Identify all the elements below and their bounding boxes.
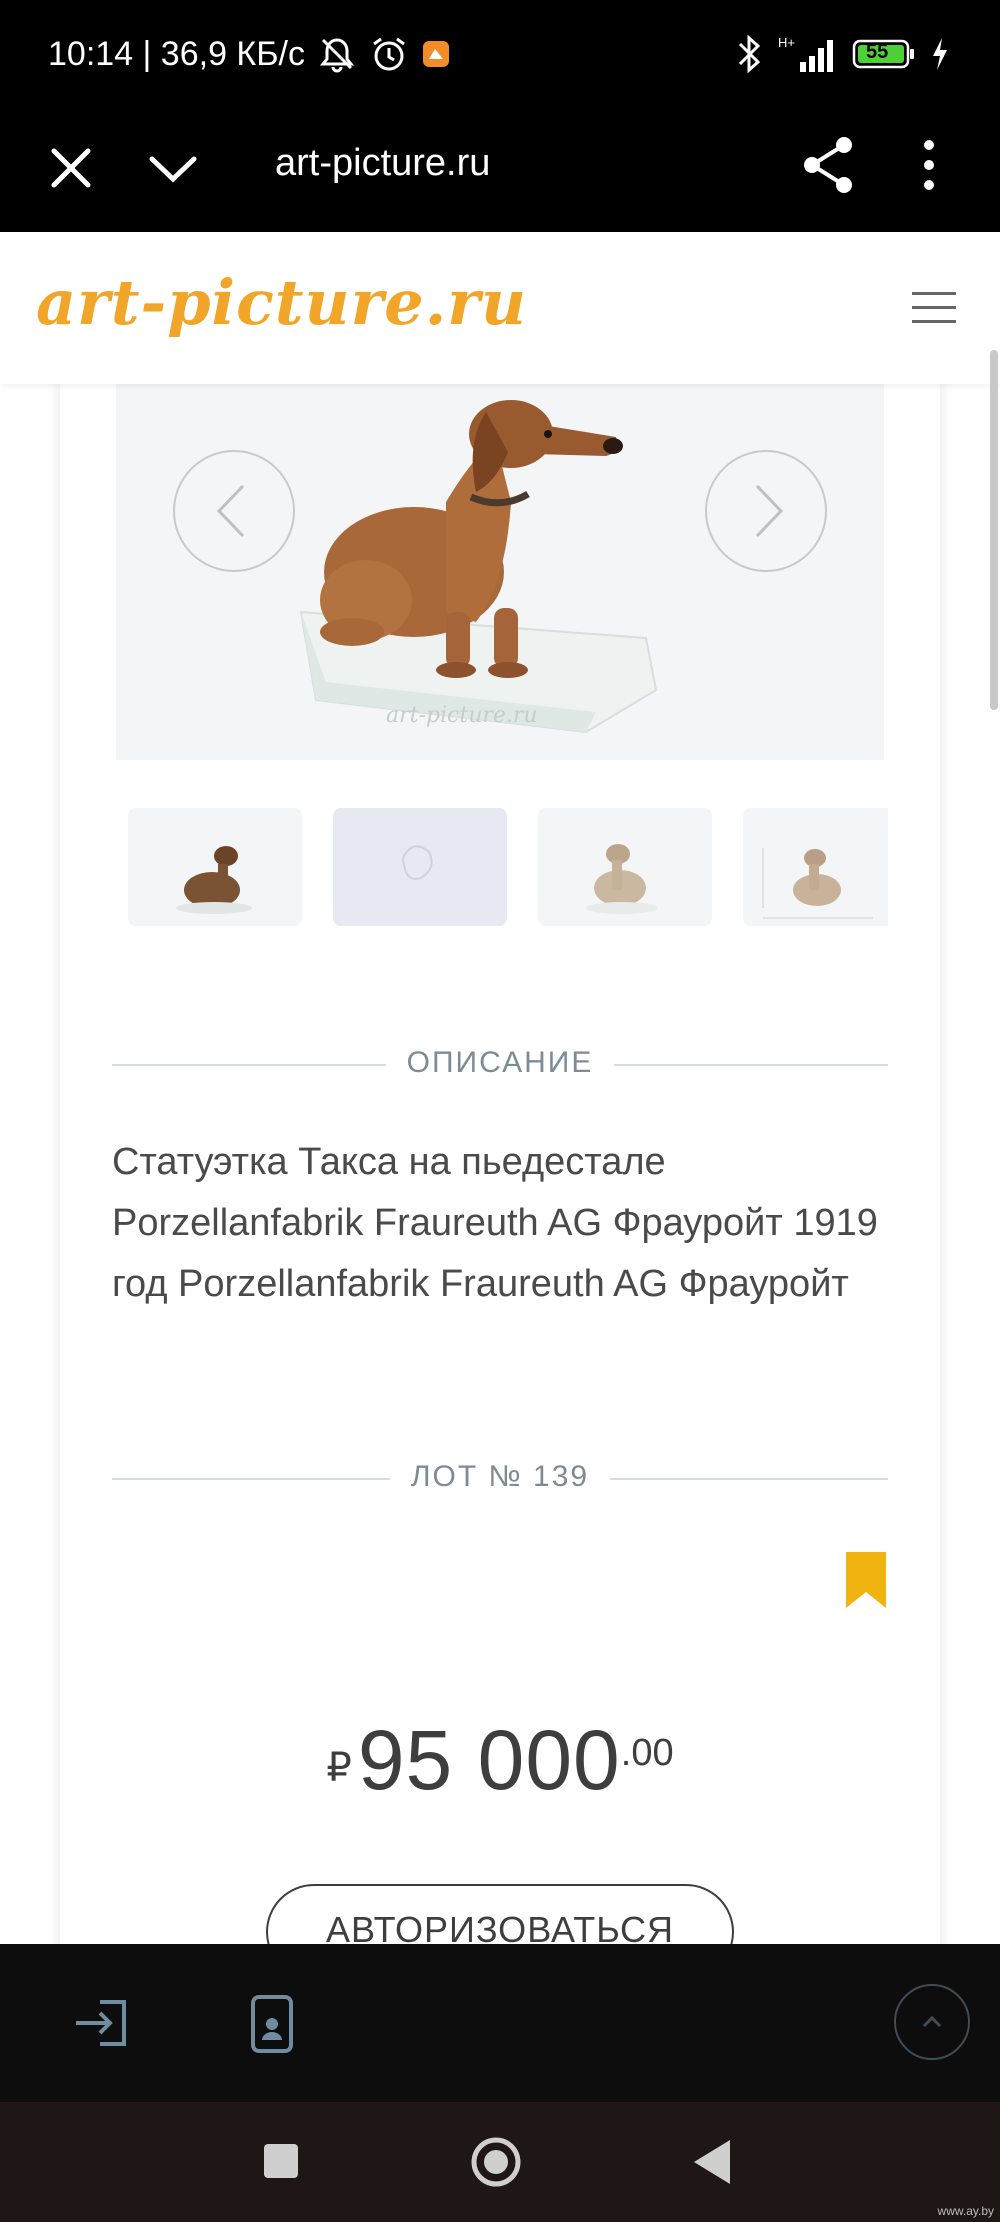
- description-heading: ОПИСАНИЕ: [406, 1046, 594, 1079]
- bottom-bar: [0, 1944, 1000, 2102]
- login-icon[interactable]: [72, 1996, 132, 2050]
- battery-icon: 55: [852, 38, 916, 70]
- recent-apps-button[interactable]: [264, 2144, 298, 2178]
- price-main: 95 000: [357, 1713, 621, 1807]
- status-time-speed: 10:14 | 36,9 КБ/с: [48, 34, 305, 73]
- thumbnail[interactable]: [538, 808, 712, 926]
- share-icon[interactable]: [800, 135, 856, 195]
- menu-icon[interactable]: [912, 292, 956, 326]
- lot-heading: ЛОТ № 139: [410, 1460, 590, 1493]
- site-header: art-picture.ru: [0, 232, 1000, 384]
- network-type: H+: [778, 35, 795, 50]
- auth-button[interactable]: АВТОРИЗОВАТЬСЯ: [266, 1884, 734, 1944]
- charging-icon: [930, 36, 950, 72]
- arrow-right-icon[interactable]: [705, 450, 827, 572]
- chevron-down-icon[interactable]: [148, 149, 198, 189]
- price-cents: .00: [620, 1732, 674, 1774]
- site-logo[interactable]: art-picture.ru: [36, 266, 527, 339]
- watermark: www.ay.by: [937, 2204, 994, 2218]
- photo-watermark: art-picture.ru: [386, 703, 538, 728]
- url-bar[interactable]: art-picture.ru: [275, 142, 490, 185]
- price: ₽95 000.00: [0, 1712, 1000, 1809]
- close-icon[interactable]: [48, 145, 94, 191]
- more-icon[interactable]: [912, 135, 946, 195]
- page-scrollbar[interactable]: [990, 350, 998, 710]
- thumbnail[interactable]: [128, 808, 302, 926]
- notification-app-icon: [421, 39, 451, 69]
- back-button[interactable]: [690, 2138, 734, 2186]
- description-divider: ОПИСАНИЕ: [112, 1044, 888, 1084]
- product-description: Статуэтка Такса на пьедестале Porzellanf…: [112, 1141, 878, 1305]
- browser-toolbar: art-picture.ru: [0, 115, 1000, 232]
- bluetooth-icon: [736, 34, 762, 74]
- home-button[interactable]: [470, 2136, 522, 2188]
- bookmark-icon[interactable]: [846, 1552, 886, 1608]
- arrow-left-icon[interactable]: [173, 450, 295, 572]
- price-currency: ₽: [326, 1746, 352, 1790]
- signal-icon: H+: [776, 34, 838, 74]
- phone-icon[interactable]: [250, 1994, 294, 2054]
- thumbnail-strip: [128, 808, 888, 928]
- status-bar: 10:14 | 36,9 КБ/с H+ 55: [0, 0, 1000, 115]
- battery-level: 55: [866, 41, 889, 63]
- silent-icon: [317, 34, 357, 74]
- alarm-icon: [369, 34, 409, 74]
- thumbnail[interactable]: [743, 808, 888, 926]
- web-page: art-picture.ru art-picture.ru ОПИСАНИЕ С…: [0, 232, 1000, 1944]
- scroll-up-icon[interactable]: [894, 1984, 970, 2060]
- android-navigation-bar: www.ay.by: [0, 2102, 1000, 2222]
- thumbnail[interactable]: [333, 808, 507, 926]
- lot-divider: ЛОТ № 139: [112, 1458, 888, 1498]
